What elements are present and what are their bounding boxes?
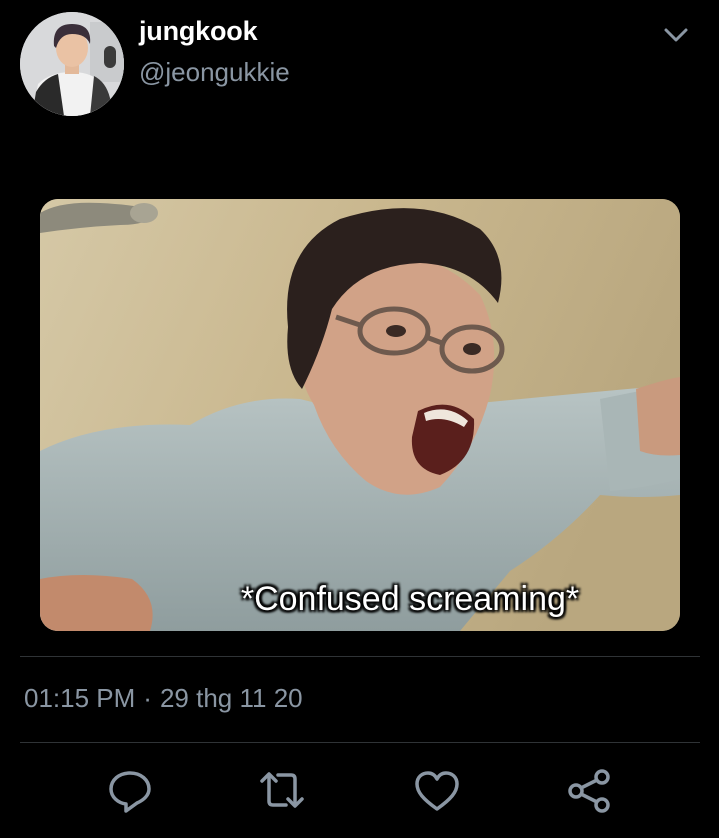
avatar[interactable] bbox=[20, 12, 124, 116]
tweet-action-bar bbox=[0, 767, 719, 817]
display-name[interactable]: jungkook bbox=[139, 16, 258, 47]
avatar-image bbox=[20, 12, 124, 116]
retweet-icon[interactable] bbox=[258, 767, 306, 815]
heart-icon[interactable] bbox=[413, 767, 461, 815]
tweet-media-image[interactable]: *Confused screaming* bbox=[40, 199, 680, 631]
divider-top bbox=[20, 656, 700, 657]
divider-bottom bbox=[20, 742, 700, 743]
tweet-date: 29 thg 11 20 bbox=[159, 683, 303, 713]
meme-caption: *Confused screaming* bbox=[240, 580, 580, 618]
tweet-timestamp[interactable]: 01:15 PM · 29 thg 11 20 bbox=[24, 683, 303, 714]
reply-icon[interactable] bbox=[106, 767, 154, 815]
meme-image bbox=[40, 199, 680, 631]
chevron-down-icon[interactable] bbox=[656, 16, 696, 56]
share-icon[interactable] bbox=[566, 767, 614, 815]
timestamp-separator: · bbox=[143, 683, 152, 713]
user-handle[interactable]: @jeongukkie bbox=[139, 57, 290, 88]
tweet-time: 01:15 PM bbox=[24, 683, 136, 713]
